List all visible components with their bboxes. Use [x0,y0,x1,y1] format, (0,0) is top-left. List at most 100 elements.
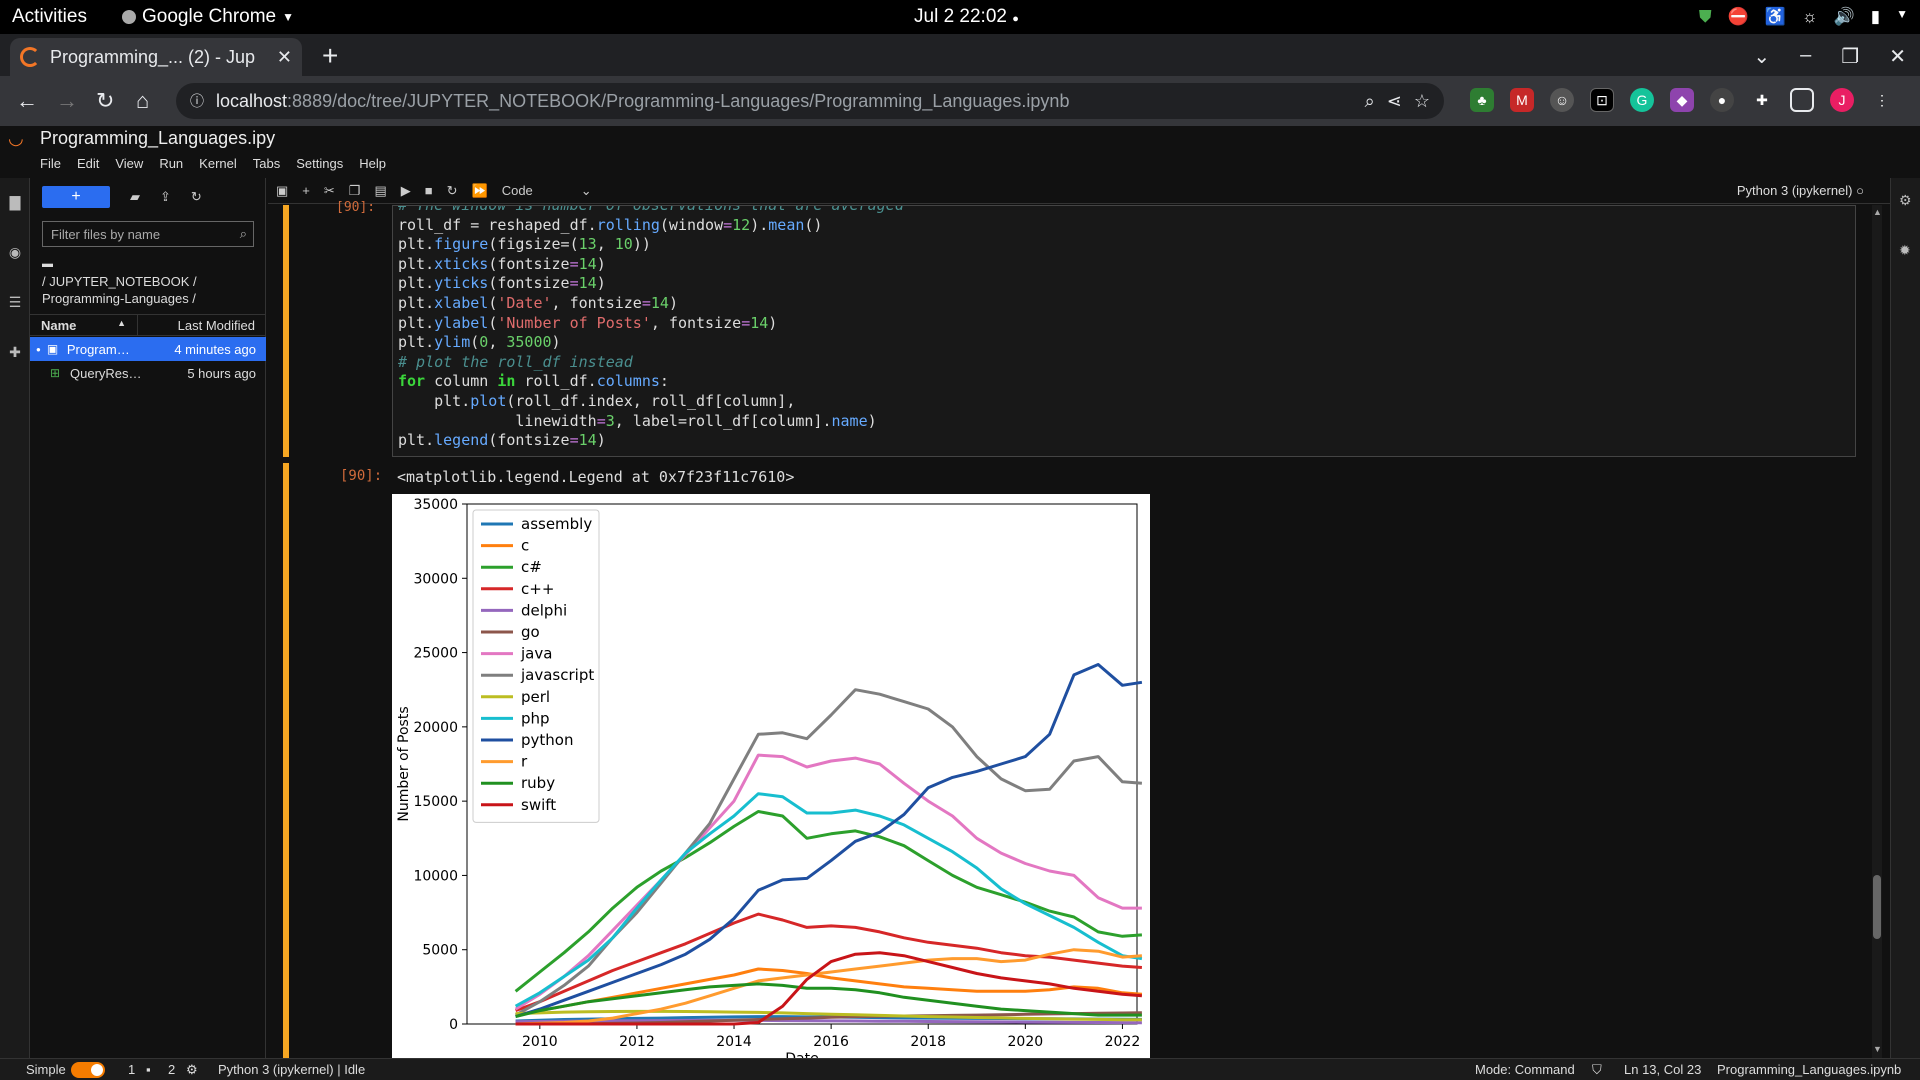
code-editor[interactable]: # The window is number of observations t… [392,205,1856,457]
clock[interactable]: Jul 2 22:02 ● [914,6,1019,28]
address-bar[interactable]: ⓘ localhost:8889/doc/tree/JUPYTER_NOTEBO… [176,83,1444,119]
menu-tabs[interactable]: Tabs [253,156,280,171]
minimize-icon[interactable]: – [1800,44,1811,69]
privacy-extension-icon[interactable]: ● [1710,88,1734,112]
output-collapser[interactable] [283,463,289,1058]
reload-icon[interactable]: ↻ [96,88,114,114]
file-row[interactable]: ⊞ QueryRes… 5 hours ago [30,361,266,385]
tab-search-icon[interactable]: ⌄ [1753,44,1770,69]
mendeley-extension-icon[interactable]: M [1510,88,1534,112]
running-icon[interactable]: ◉ [6,244,24,262]
jupyter-tab-icon [20,47,40,67]
share-icon[interactable]: ⋖ [1387,91,1402,112]
legend-label: python [521,731,573,749]
restore-icon[interactable]: ❐ [1841,44,1859,69]
menu-file[interactable]: File [40,156,61,171]
color-extension-icon[interactable]: ◆ [1670,88,1694,112]
active-app-menu[interactable]: Google Chrome ▼ [122,6,294,28]
stop-icon[interactable]: ■ [425,183,433,198]
scroll-up-icon[interactable]: ▲ [1873,207,1882,217]
do-not-disturb-icon[interactable]: ⛔ [1728,7,1749,27]
code-line: plt.yticks(fontsize=14) [398,274,606,293]
menu-kernel[interactable]: Kernel [199,156,237,171]
cell-collapser[interactable] [283,205,289,457]
menu-view[interactable]: View [115,156,143,171]
legend-label: java [520,645,552,663]
brightness-icon[interactable]: ☼ [1802,7,1818,27]
activities-button[interactable]: Activities [12,6,87,28]
kernel-icon[interactable]: ⚙ [186,1062,198,1078]
kernel-status[interactable]: Python 3 (ipykernel) | Idle [218,1062,365,1077]
refresh-icon[interactable]: ↻ [191,189,202,205]
file-row[interactable]: ● ▣ Program… 4 minutes ago [30,337,266,361]
folder-icon[interactable]: ▇ [6,194,24,212]
fast-forward-icon[interactable]: ⏩ [472,183,488,199]
trust-icon[interactable]: ⛉ [1592,1062,1602,1078]
toc-icon[interactable]: ☰ [6,294,24,312]
cut-icon[interactable]: ✂ [324,183,335,199]
paste-icon[interactable]: ▤ [374,183,386,199]
chevron-down-icon: ▼ [282,10,295,24]
chrome-menu-icon[interactable]: ⋮ [1870,88,1894,112]
scrollbar-thumb[interactable] [1873,875,1881,939]
browser-tab[interactable]: Programming_... (2) - Jup ✕ [10,38,302,76]
chevron-down-icon[interactable]: ▼ [1896,7,1908,27]
forward-icon[interactable]: → [56,88,78,114]
accessibility-icon[interactable]: ♿ [1765,7,1786,27]
file-modified: 4 minutes ago [174,341,256,357]
insert-cell-icon[interactable]: + [302,183,310,198]
close-tab-icon[interactable]: ✕ [277,47,292,68]
kernel-count[interactable]: 2 [168,1062,175,1077]
system-tray[interactable]: ⛊ ⛔ ♿ ☼ 🔊 ▮ ▼ [1699,7,1908,27]
menu-settings[interactable]: Settings [296,156,343,171]
cell-type-select[interactable]: Code ⌄ [502,183,592,199]
bookmark-star-icon[interactable]: ☆ [1414,91,1430,112]
battery-icon[interactable]: ▮ [1871,7,1880,27]
new-tab-button[interactable]: + [322,40,338,72]
tree-extension-icon[interactable]: ♣ [1470,88,1494,112]
site-info-icon[interactable]: ⓘ [190,91,204,111]
ghost-extension-icon[interactable]: ☺ [1550,88,1574,112]
shield-icon[interactable]: ⛊ [1699,7,1712,27]
filter-files-input[interactable]: Filter files by name ⌕ [42,221,254,247]
folder-icon[interactable]: ▬ [42,256,254,273]
modified-column-header[interactable]: Last Modified [138,315,266,335]
cursor-position[interactable]: Ln 13, Col 23 [1624,1062,1701,1077]
property-inspector-icon[interactable]: ⚙ [1899,192,1912,209]
new-folder-icon[interactable]: ▰ [130,189,140,205]
extensions-puzzle-icon[interactable]: ✚ [1750,88,1774,112]
code-line: for column in roll_df.columns: [398,372,669,391]
close-window-icon[interactable]: ✕ [1889,44,1906,69]
upload-icon[interactable]: ⇪ [160,189,171,205]
restart-icon[interactable]: ↻ [447,183,458,199]
zoom-icon[interactable]: ⌕ [1365,91,1375,112]
breadcrumb-path[interactable]: / JUPYTER_NOTEBOOK / Programming-Languag… [42,273,254,307]
scroll-down-icon[interactable]: ▼ [1873,1044,1882,1054]
x-tick-label: 2022 [1105,1034,1141,1050]
y-tick-label: 20000 [413,720,458,736]
debugger-icon[interactable]: ✹ [1899,242,1911,259]
home-icon[interactable]: ⌂ [136,88,149,114]
name-column-header[interactable]: Name ▲ [30,315,138,335]
run-icon[interactable]: ▶ [401,183,411,199]
menu-edit[interactable]: Edit [77,156,99,171]
new-launcher-button[interactable]: + [42,186,110,208]
volume-icon[interactable]: 🔊 [1834,7,1855,27]
code-line: # plot the roll_df instead [398,352,633,371]
copy-icon[interactable]: ❐ [349,183,361,199]
simple-mode-toggle[interactable] [71,1061,105,1078]
menu-run[interactable]: Run [159,156,183,171]
profile-avatar[interactable]: J [1830,88,1854,112]
back-icon[interactable]: ← [16,88,38,114]
kernel-indicator[interactable]: Python 3 (ipykernel) ○ [1737,183,1864,198]
terminal-count[interactable]: 1 [128,1062,135,1077]
save-icon[interactable]: ▣ [276,183,288,199]
notebook-title[interactable]: Programming_Languages.ipy [40,128,275,149]
lock-extension-icon[interactable]: ⊡ [1590,88,1614,112]
side-panel-icon[interactable] [1790,88,1814,112]
extension-manager-icon[interactable]: ✚ [6,344,24,362]
grammarly-extension-icon[interactable]: G [1630,88,1654,112]
terminal-icon[interactable]: ▪ [146,1062,151,1077]
breadcrumb[interactable]: ▬ / JUPYTER_NOTEBOOK / Programming-Langu… [42,256,254,307]
menu-help[interactable]: Help [359,156,386,171]
